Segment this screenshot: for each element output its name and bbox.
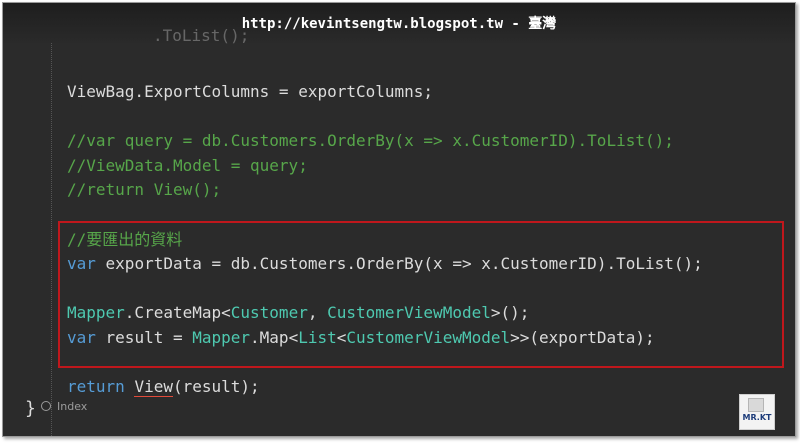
logo-image xyxy=(748,398,764,412)
code-text: ViewBag.ExportColumns = exportColumns; xyxy=(67,82,434,101)
code-editor[interactable]: .ToList(); ViewBag.ExportColumns = expor… xyxy=(3,3,795,436)
codelens-icon xyxy=(41,401,51,411)
closing-brace: } xyxy=(25,398,36,419)
code-line-viewbag: ViewBag.ExportColumns = exportColumns; xyxy=(67,81,433,103)
mrkt-logo: MR.KT xyxy=(739,394,775,430)
code-line-comment-viewdata: //ViewData.Model = query; xyxy=(67,155,308,177)
view-call-squiggle[interactable]: View xyxy=(134,377,173,397)
screenshot-frame: http://kevintsengtw.blogspot.tw - 臺灣 .To… xyxy=(2,2,796,437)
highlight-box xyxy=(58,221,784,368)
code-line-comment-query: //var query = db.Customers.OrderBy(x => … xyxy=(67,130,674,152)
keyword-return: return xyxy=(67,377,125,396)
code-comment: //var query = db.Customers.OrderBy(x => … xyxy=(67,131,674,150)
code-comment: //return View(); xyxy=(67,180,222,199)
code-line-comment-return: //return View(); xyxy=(67,179,221,201)
code-line-partial: .ToList(); xyxy=(153,26,250,45)
codelens-index[interactable]: Index xyxy=(41,400,87,413)
codelens-label: Index xyxy=(57,400,88,413)
logo-text: MR.KT xyxy=(742,413,772,422)
code-line-return: return View(result); xyxy=(67,376,260,398)
code-comment: //ViewData.Model = query; xyxy=(67,156,308,175)
code-text: (result); xyxy=(172,377,260,396)
